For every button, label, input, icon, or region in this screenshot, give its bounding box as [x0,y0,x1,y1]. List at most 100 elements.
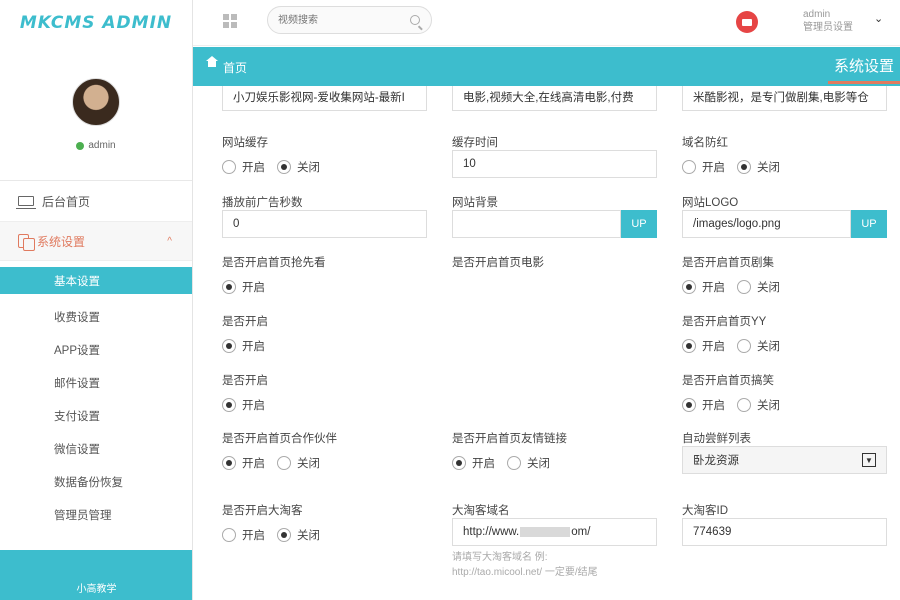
site-title-input[interactable]: 小刀娱乐影视网-爱收集网站-最新I [222,86,427,111]
redacted-block [520,527,571,537]
friendlink-close-radio[interactable] [507,456,521,470]
site-background-input[interactable] [452,210,621,238]
app-logo[interactable]: MKCMS ADMIN [0,0,192,46]
taoke-id-label: 大淘客ID [682,505,728,517]
taoke-open-radio[interactable] [222,528,236,542]
cache-time-input[interactable]: 10 [452,150,657,178]
logo-upload-button[interactable]: UP [851,210,887,238]
sidebar-item-label: 后台首页 [42,194,91,209]
breadcrumb-home[interactable]: 首页 [223,59,247,76]
home-yy-close-radio[interactable] [737,339,751,353]
site-logo-label: 网站LOGO [682,197,739,209]
footer-text: 小高教学 [76,584,117,595]
home-series-radio-group: 开启 关闭 [682,276,887,298]
home-funny-label: 是否开启首页搞笑 [682,375,774,387]
home-yy-field: 是否开启首页YY 开启 关闭 [682,313,887,357]
site-keywords-input[interactable]: 电影,视频大全,在线高清电影,付费 [452,86,657,111]
home-series-field: 是否开启首页剧集 开启 关闭 [682,254,887,298]
sidebar-item-label: 系统设置 [37,234,86,249]
home-funny-open-radio[interactable] [682,398,696,412]
home-series-label: 是否开启首页剧集 [682,257,774,269]
home-first-open-radio[interactable] [222,280,236,294]
chevron-down-icon[interactable]: ⌄ [874,12,883,25]
friendlink-label: 是否开启首页友情链接 [452,433,567,445]
domain-protect-close-radio[interactable] [737,160,751,174]
chevron-down-icon: ▼ [862,453,876,467]
submenu-payment-settings[interactable]: 支付设置 [0,399,192,432]
auto-list-field: 自动尝鲜列表 卧龙资源 ▼ [682,430,887,474]
tab-system-settings[interactable]: 系统设置 [828,49,900,84]
taoke-domain-label: 大淘客域名 [452,505,510,517]
taoke-domain-input[interactable]: http://www. om/ [452,518,657,546]
site-logo-input[interactable]: /images/logo.png [682,210,851,238]
sidebar-item-system-settings[interactable]: 系统设置 ^ [0,221,192,261]
submenu-charge-settings[interactable]: 收费设置 [0,300,192,333]
mail-notification-button[interactable] [736,11,758,33]
row3-left-open-radio[interactable] [222,398,236,412]
submenu-mail-settings[interactable]: 邮件设置 [0,366,192,399]
search-icon[interactable] [410,15,420,25]
auto-list-selected: 卧龙资源 [693,455,739,467]
online-status: admin [76,140,116,151]
taoke-id-field: 大淘客ID 774639 [682,502,887,546]
cache-time-field: 缓存时间 10 [452,134,657,178]
submenu: 基本设置 收费设置 APP设置 邮件设置 支付设置 微信设置 数据备份恢复 管理… [0,261,192,531]
domain-protect-radio-group: 开启 关闭 [682,156,887,178]
header-user-role: 管理员设置 [803,22,853,33]
home-series-close-radio[interactable] [737,280,751,294]
home-movie-field: 是否开启首页电影 [452,254,657,270]
site-keywords-field: 电影,视频大全,在线高清电影,付费 [452,86,657,111]
home-yy-open-radio[interactable] [682,339,696,353]
submenu-admin-management[interactable]: 管理员管理 [0,498,192,531]
submenu-backup-restore[interactable]: 数据备份恢复 [0,465,192,498]
taoke-label: 是否开启大淘客 [222,505,303,517]
submenu-basic-settings[interactable]: 基本设置 [0,267,192,294]
obscured-region [268,384,628,414]
friendlink-open-radio[interactable] [452,456,466,470]
ad-seconds-input[interactable]: 0 [222,210,427,238]
chevron-up-icon: ^ [167,235,172,247]
settings-form: 小刀娱乐影视网-爱收集网站-最新I 电影,视频大全,在线高清电影,付费 米酷影视… [193,86,900,600]
site-cache-close-radio[interactable] [277,160,291,174]
background-upload-button[interactable]: UP [621,210,657,238]
taoke-domain-field: 大淘客域名 http://www. om/ 请填写大淘客域名 例: http:/… [452,502,657,580]
ad-seconds-field: 播放前广告秒数 0 [222,194,427,238]
sidebar: MKCMS ADMIN admin 后台首页 系统设置 ^ 基本设置 收费设置 … [0,0,193,600]
home-icon [206,56,218,70]
taoke-radio-group: 开启 关闭 [222,524,427,546]
partner-close-radio[interactable] [277,456,291,470]
site-cache-open-radio[interactable] [222,160,236,174]
row2-left-open-radio[interactable] [222,339,236,353]
submenu-wechat-settings[interactable]: 微信设置 [0,432,192,465]
auto-list-select[interactable]: 卧龙资源 ▼ [682,446,887,474]
site-background-label: 网站背景 [452,197,498,209]
home-funny-close-radio[interactable] [737,398,751,412]
partner-label: 是否开启首页合作伙伴 [222,433,337,445]
site-cache-radio-group: 开启 关闭 [222,156,427,178]
obscured-region [268,326,628,366]
home-series-open-radio[interactable] [682,280,696,294]
copy-icon [18,234,35,251]
domain-protect-label: 域名防红 [682,137,728,149]
partner-open-radio[interactable] [222,456,236,470]
user-profile: admin [0,46,192,176]
sidebar-item-dashboard[interactable]: 后台首页 [0,181,192,221]
avatar[interactable] [72,78,120,126]
home-yy-label: 是否开启首页YY [682,316,767,328]
home-funny-field: 是否开启首页搞笑 开启 关闭 [682,372,887,416]
friendlink-field: 是否开启首页友情链接 开启 关闭 [452,430,657,474]
grid-menu-icon[interactable] [223,14,237,28]
taoke-id-input[interactable]: 774639 [682,518,887,546]
site-description-input[interactable]: 米酷影视，是专门做剧集,电影等仓 [682,86,887,111]
home-movie-label: 是否开启首页电影 [452,257,544,269]
search-input[interactable] [267,6,432,34]
ad-seconds-label: 播放前广告秒数 [222,197,303,209]
user-menu[interactable]: admin 管理员设置 [803,8,853,34]
taoke-close-radio[interactable] [277,528,291,542]
submenu-app-settings[interactable]: APP设置 [0,333,192,366]
site-description-field: 米酷影视，是专门做剧集,电影等仓 [682,86,887,111]
domain-protect-open-radio[interactable] [682,160,696,174]
cache-time-label: 缓存时间 [452,137,498,149]
auto-list-label: 自动尝鲜列表 [682,433,751,445]
partner-field: 是否开启首页合作伙伴 开启 关闭 [222,430,427,474]
